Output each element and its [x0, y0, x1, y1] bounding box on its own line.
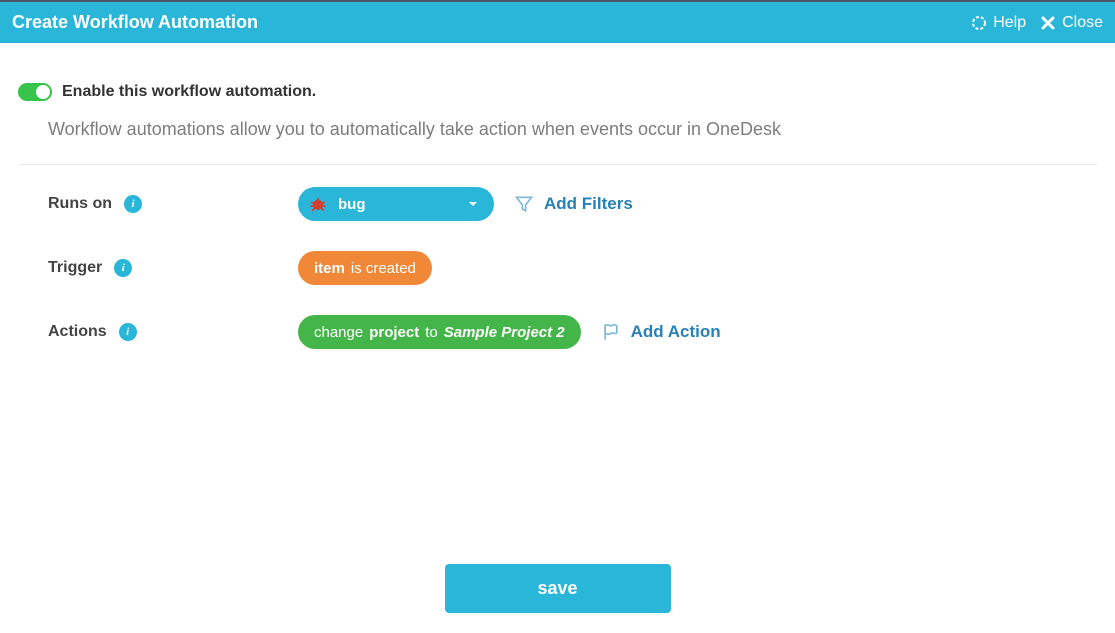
info-icon[interactable]: i [114, 259, 132, 277]
help-button[interactable]: Help [971, 14, 1026, 32]
action-value: Sample Project 2 [444, 324, 565, 341]
dialog-header: Create Workflow Automation Help Close [0, 0, 1115, 43]
trigger-pill[interactable]: item is created [298, 251, 432, 285]
header-actions: Help Close [971, 14, 1103, 32]
trigger-label: Trigger [48, 259, 102, 277]
runs-on-selected: bug [338, 196, 458, 213]
actions-label: Actions [48, 323, 107, 341]
filter-icon [514, 194, 534, 214]
runs-on-dropdown[interactable]: bug [298, 187, 494, 221]
actions-label-wrap: Actions i [48, 323, 298, 341]
info-icon[interactable]: i [124, 195, 142, 213]
enable-row: Enable this workflow automation. [18, 83, 1097, 101]
automation-description: Workflow automations allow you to automa… [18, 119, 1097, 165]
close-icon [1040, 15, 1056, 31]
trigger-predicate: is created [351, 260, 416, 277]
actions-controls: change project to Sample Project 2 Add A… [298, 315, 721, 349]
help-label: Help [993, 14, 1026, 32]
runs-on-label-wrap: Runs on i [48, 195, 298, 213]
trigger-label-wrap: Trigger i [48, 259, 298, 277]
bug-icon [308, 194, 328, 214]
enable-label: Enable this workflow automation. [62, 83, 316, 101]
add-filters-label: Add Filters [544, 194, 633, 214]
trigger-subject: item [314, 260, 345, 277]
trigger-controls: item is created [298, 251, 432, 285]
actions-row: Actions i change project to Sample Proje… [18, 315, 1097, 349]
runs-on-label: Runs on [48, 195, 112, 213]
enable-toggle[interactable] [18, 83, 52, 101]
chevron-down-icon [468, 199, 478, 209]
info-icon[interactable]: i [119, 323, 137, 341]
flag-icon [601, 322, 621, 342]
save-button[interactable]: save [445, 564, 671, 613]
action-pill[interactable]: change project to Sample Project 2 [298, 315, 581, 349]
runs-on-controls: bug Add Filters [298, 187, 633, 221]
action-to: to [425, 324, 438, 341]
add-filters-button[interactable]: Add Filters [514, 194, 633, 214]
action-field: project [369, 324, 419, 341]
dialog-title: Create Workflow Automation [12, 12, 258, 33]
dialog-content: Enable this workflow automation. Workflo… [0, 43, 1115, 349]
trigger-row: Trigger i item is created [18, 251, 1097, 285]
action-verb: change [314, 324, 363, 341]
runs-on-row: Runs on i bug [18, 187, 1097, 221]
add-action-label: Add Action [631, 322, 721, 342]
toggle-knob [36, 85, 50, 99]
help-icon [971, 15, 987, 31]
close-button[interactable]: Close [1040, 14, 1103, 32]
add-action-button[interactable]: Add Action [601, 322, 721, 342]
close-label: Close [1062, 14, 1103, 32]
